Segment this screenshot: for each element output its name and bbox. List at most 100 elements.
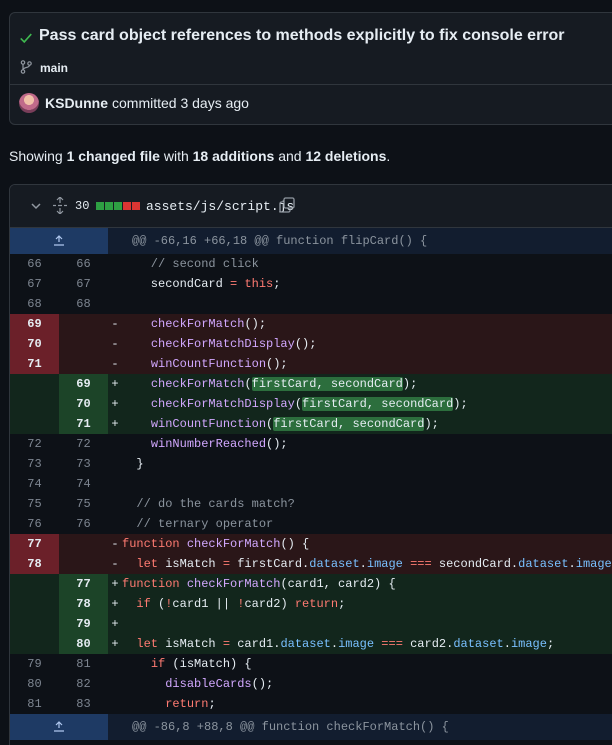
diffstat-block-add — [114, 202, 122, 210]
file-path[interactable]: assets/js/script.js — [146, 199, 294, 214]
old-line-number[interactable] — [10, 634, 59, 654]
old-line-number[interactable]: 71 — [10, 354, 59, 374]
code-line: // ternary operator — [122, 517, 274, 531]
old-line-number[interactable]: 70 — [10, 334, 59, 354]
diff-line-context: 66 66 // second click — [10, 254, 612, 274]
old-line-number[interactable]: 76 — [10, 514, 59, 534]
diff-sign: - — [111, 557, 119, 571]
copy-icon[interactable] — [279, 197, 295, 213]
diff-line-deletion: 77 - function checkForMatch() { — [10, 534, 612, 554]
diff-sign: - — [111, 537, 119, 551]
diff-line-addition: 71 + winCountFunction(firstCard, secondCa… — [10, 414, 612, 434]
diff-sign: + — [111, 617, 119, 631]
new-line-number[interactable]: 74 — [59, 474, 108, 494]
new-line-number[interactable]: 72 — [59, 434, 108, 454]
author-avatar[interactable] — [19, 93, 39, 113]
old-line-number[interactable] — [10, 374, 59, 394]
diff-line-addition: 77 + function checkForMatch(card1, card2) … — [10, 574, 612, 594]
diff-sign: + — [111, 397, 119, 411]
old-line-number[interactable] — [10, 614, 59, 634]
code-line: checkForMatchDisplay(firstCard, secondCa… — [150, 397, 468, 411]
expand-lines-button[interactable] — [10, 228, 108, 254]
new-line-number[interactable] — [59, 554, 108, 574]
new-line-number[interactable]: 82 — [59, 674, 108, 694]
code-line: checkForMatchDisplay(); — [150, 337, 317, 351]
code-line: winCountFunction(); — [150, 357, 288, 371]
new-line-number[interactable]: 75 — [59, 494, 108, 514]
old-line-number[interactable]: 73 — [10, 454, 59, 474]
git-branch-icon — [20, 60, 32, 74]
new-line-number[interactable]: 76 — [59, 514, 108, 534]
diff-sign — [108, 677, 122, 691]
old-line-number[interactable]: 69 — [10, 314, 59, 334]
code-line: // second click — [122, 257, 259, 271]
expand-lines-button[interactable] — [10, 714, 108, 740]
new-line-number[interactable]: 78 — [59, 594, 108, 614]
new-line-number[interactable]: 69 — [59, 374, 108, 394]
diff-summary: Showing 1 changed file with 18 additions… — [9, 148, 390, 164]
new-line-number[interactable]: 67 — [59, 274, 108, 294]
diff-sign — [108, 477, 122, 491]
commit-title: Pass card object references to methods e… — [39, 27, 565, 44]
new-line-number[interactable]: 80 — [59, 634, 108, 654]
old-line-number[interactable]: 72 — [10, 434, 59, 454]
diff-sign — [108, 457, 122, 471]
chevron-down-icon[interactable] — [30, 200, 42, 212]
old-line-number[interactable]: 77 — [10, 534, 59, 554]
commit-time: committed 3 days ago — [112, 95, 249, 111]
diffstat-block-del — [123, 202, 131, 210]
diff-sign — [108, 437, 122, 451]
old-line-number[interactable]: 66 — [10, 254, 59, 274]
diff-sign — [108, 497, 122, 511]
new-line-number[interactable]: 81 — [59, 654, 108, 674]
diff-sign: + — [111, 637, 119, 651]
old-line-number[interactable] — [10, 574, 59, 594]
hunk-header: @@ -86,8 +88,8 @@ function checkForMatch… — [10, 714, 612, 740]
old-line-number[interactable] — [10, 414, 59, 434]
diff-line-context: 79 81 if (isMatch) { — [10, 654, 612, 674]
diff-sign: + — [111, 597, 119, 611]
branch-link[interactable]: main — [40, 61, 68, 75]
old-line-number[interactable]: 67 — [10, 274, 59, 294]
diff-line-context: 80 82 disableCards(); — [10, 674, 612, 694]
file-changes-count: 30 — [75, 199, 90, 213]
old-line-number[interactable]: 75 — [10, 494, 59, 514]
new-line-number[interactable]: 70 — [59, 394, 108, 414]
old-line-number[interactable]: 81 — [10, 694, 59, 714]
new-line-number[interactable] — [59, 314, 108, 334]
new-line-number[interactable] — [59, 534, 108, 554]
code-line: if (isMatch) { — [150, 657, 252, 671]
new-line-number[interactable]: 77 — [59, 574, 108, 594]
file-header: 30 assets/js/script.js — [10, 185, 612, 228]
new-line-number[interactable]: 73 — [59, 454, 108, 474]
new-line-number[interactable]: 79 — [59, 614, 108, 634]
new-line-number[interactable] — [59, 354, 108, 374]
old-line-number[interactable]: 68 — [10, 294, 59, 314]
new-line-number[interactable]: 71 — [59, 414, 108, 434]
new-line-number[interactable] — [59, 334, 108, 354]
diff-line-addition: 80 + let isMatch = card1.dataset.image ==… — [10, 634, 612, 654]
diff-line-deletion: 70 - checkForMatchDisplay(); — [10, 334, 612, 354]
diff-line-addition: 78 + if (!card1 || !card2) return; — [10, 594, 612, 614]
diff-sign: - — [111, 357, 119, 371]
code-line: let isMatch = firstCard.dataset.image ==… — [136, 557, 612, 571]
diffstat-block-add — [96, 202, 104, 210]
new-line-number[interactable]: 66 — [59, 254, 108, 274]
old-line-number[interactable]: 78 — [10, 554, 59, 574]
code-line: return; — [165, 697, 216, 711]
author-link[interactable]: KSDunne — [45, 95, 108, 111]
old-line-number[interactable]: 80 — [10, 674, 59, 694]
diff-line-addition: 79 + — [10, 614, 612, 634]
old-line-number[interactable]: 79 — [10, 654, 59, 674]
unfold-icon[interactable] — [53, 197, 67, 214]
hunk-header-text: @@ -66,16 +66,18 @@ function flipCard() … — [132, 234, 428, 248]
hunk-header: @@ -66,16 +66,18 @@ function flipCard() … — [10, 228, 612, 254]
code-line: checkForMatch(firstCard, secondCard); — [150, 377, 418, 391]
diff-line-context: 67 67 secondCard = this; — [10, 274, 612, 294]
old-line-number[interactable] — [10, 594, 59, 614]
commit-title-area: Pass card object references to methods e… — [10, 13, 612, 85]
new-line-number[interactable]: 83 — [59, 694, 108, 714]
old-line-number[interactable]: 74 — [10, 474, 59, 494]
new-line-number[interactable]: 68 — [59, 294, 108, 314]
old-line-number[interactable] — [10, 394, 59, 414]
